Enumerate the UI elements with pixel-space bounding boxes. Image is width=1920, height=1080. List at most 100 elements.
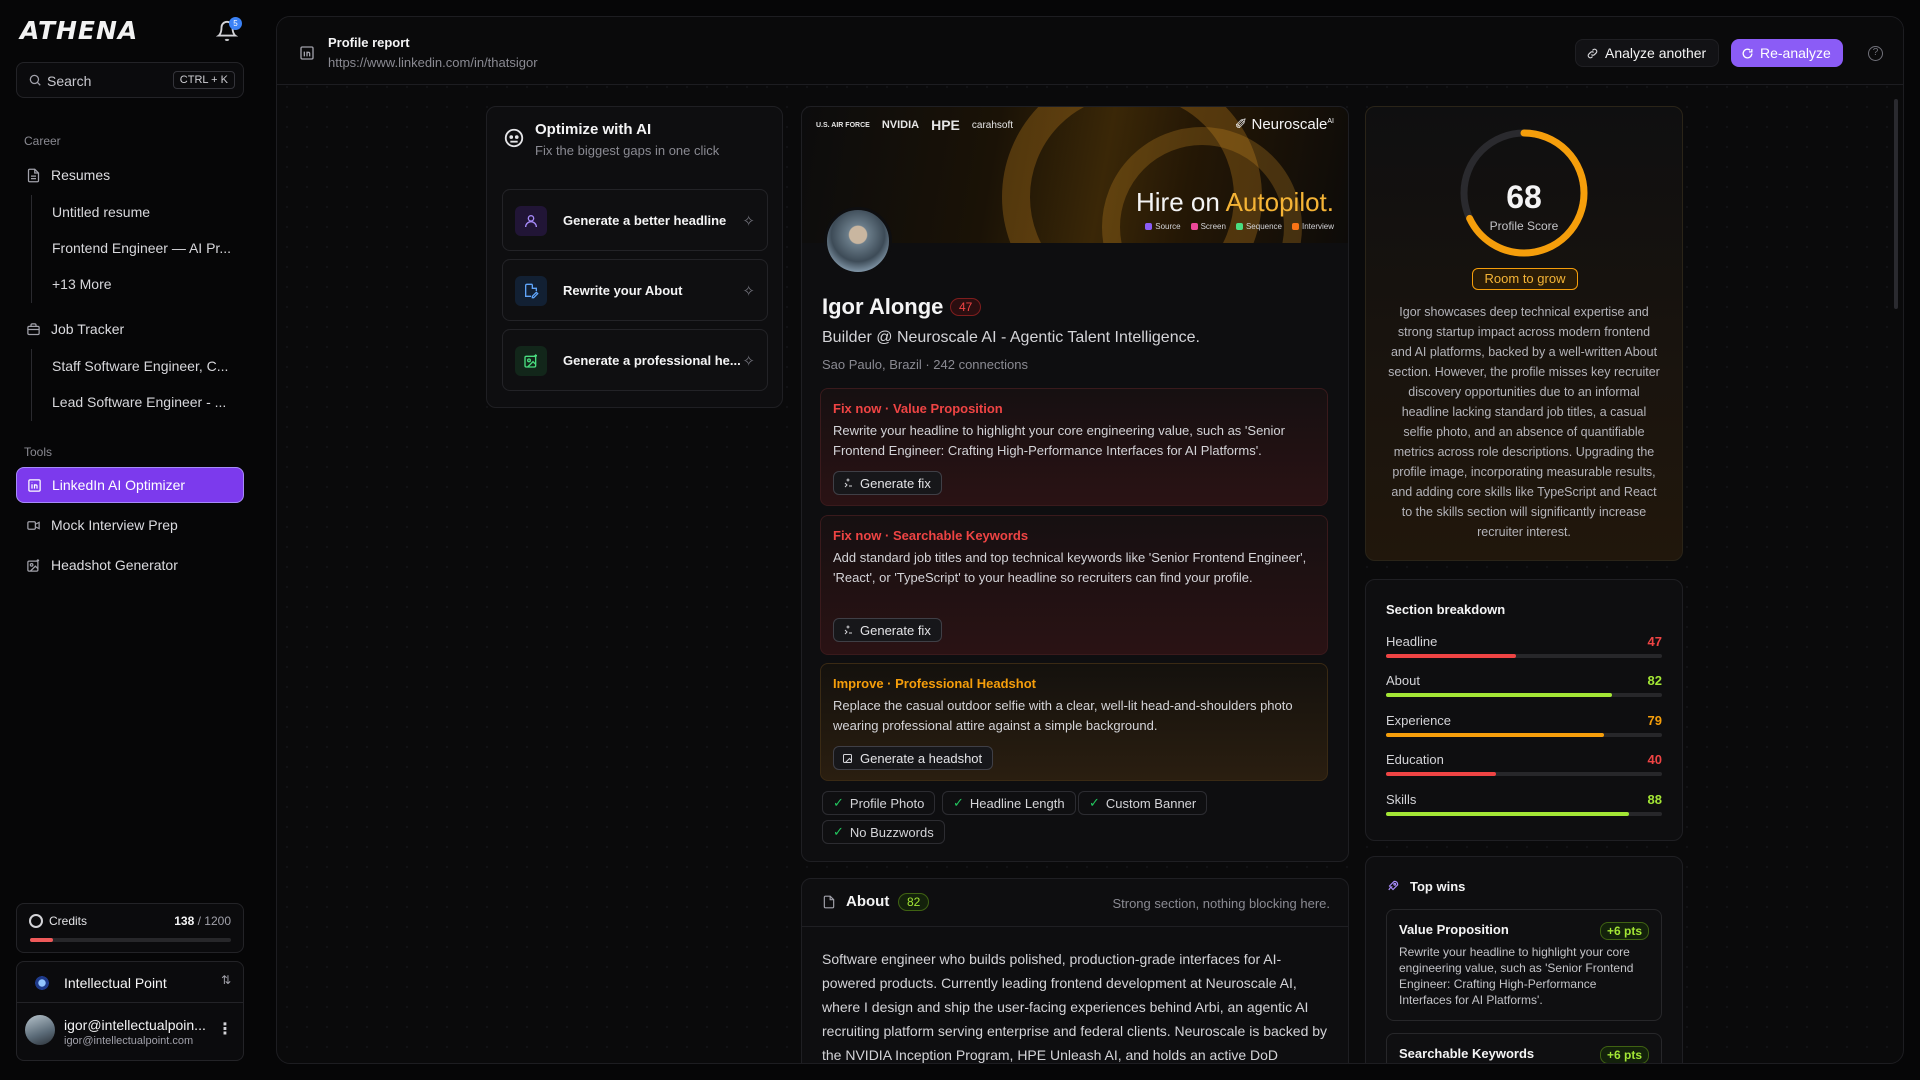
document-icon <box>27 168 40 182</box>
fix-card-professional-headshot: Improve · Professional Headshot Replace … <box>820 663 1328 781</box>
breakdown-bar-fill <box>1386 733 1605 737</box>
profile-score-badge: 47 <box>950 298 982 316</box>
briefcase-icon <box>27 322 40 335</box>
banner-brand: ✐ NeuroscaleAI <box>1234 116 1334 133</box>
resume-item[interactable]: Untitled resume <box>52 204 242 220</box>
job-item[interactable]: Staff Software Engineer, C... <box>52 358 242 374</box>
profile-photo <box>824 207 892 275</box>
image-sparkle-icon <box>27 558 40 572</box>
optimize-subtitle: Fix the biggest gaps in one click <box>535 143 720 158</box>
credits-bar <box>30 938 231 942</box>
rewrite-about-button[interactable]: Rewrite your About ✧ <box>502 259 768 321</box>
edit-document-icon <box>515 276 547 306</box>
breakdown-row: Headline 47 <box>1386 634 1662 664</box>
legend-item: Interview <box>1291 222 1334 231</box>
points-badge: +6 pts <box>1599 1046 1649 1063</box>
fix-description: Replace the casual outdoor selfie with a… <box>833 698 1293 733</box>
banner-logo: U.S. AIR FORCE <box>816 121 870 129</box>
profile-name: Igor Alonge <box>822 294 944 319</box>
generate-headshot-fix-button[interactable]: Generate a headshot <box>833 746 994 770</box>
profile-card: U.S. AIR FORCE NVIDIA HPE carahsoft ✐ Ne… <box>801 106 1349 862</box>
analyze-another-button[interactable]: Analyze another <box>1575 39 1720 67</box>
generate-headshot-button[interactable]: Generate a professional he... ✧ <box>502 329 768 391</box>
profile-headline: Builder @ Neuroscale AI - Agentic Talent… <box>822 329 1200 346</box>
about-text: Software engineer who builds polished, p… <box>822 951 1328 1063</box>
about-title: About <box>846 893 890 910</box>
sidebar-item-headshot-generator[interactable]: Headshot Generator <box>16 547 244 583</box>
check-chip: ✓ Headline Length <box>942 791 1076 815</box>
link-icon <box>1587 48 1598 58</box>
help-icon[interactable]: ? <box>1868 46 1883 61</box>
check-chip: ✓ Profile Photo <box>822 791 936 815</box>
banner-tagline: Hire on Autopilot. <box>1135 187 1334 217</box>
sidebar-item-resumes[interactable]: Resumes <box>16 157 244 193</box>
banner-logo: NVIDIA <box>881 119 920 131</box>
about-score-badge: 82 <box>898 893 930 911</box>
search-shortcut: CTRL + K <box>172 71 235 89</box>
profile-score-label: Profile Score <box>1489 219 1559 233</box>
generate-headline-button[interactable]: Generate a better headline ✧ <box>502 189 768 251</box>
banner-logo: HPE <box>931 117 960 133</box>
job-tree-line <box>31 349 32 421</box>
breakdown-bar-fill <box>1386 654 1516 658</box>
banner-legend: Source Screen Sequence Interview <box>1145 222 1334 231</box>
banner-logo: carahsoft <box>971 119 1014 131</box>
image-sparkle-icon <box>843 754 852 763</box>
user-email-full: igor@intellectualpoint.com <box>64 1035 194 1047</box>
app-logo[interactable]: ATHENA <box>20 16 138 45</box>
report-header: Profile report https://www.linkedin.com/… <box>277 17 1903 85</box>
user-email: igor@intellectualpoin... <box>64 1017 206 1033</box>
linkedin-icon <box>28 478 41 492</box>
search-placeholder: Search <box>47 73 92 89</box>
user-icon <box>515 206 547 236</box>
breakdown-title: Section breakdown <box>1386 602 1506 617</box>
about-card: About 82 Strong section, nothing blockin… <box>801 878 1349 1063</box>
credits-value: 138 / 1200 <box>174 914 231 928</box>
rocket-icon <box>1388 880 1399 891</box>
sparkle-icon <box>844 625 852 635</box>
score-ring: 68 Profile Score <box>1456 125 1592 261</box>
sidebar-item-label: Headshot Generator <box>51 557 178 573</box>
fix-description: Add standard job titles and top technica… <box>833 550 1307 585</box>
top-wins-title: Top wins <box>1410 879 1466 894</box>
profile-score-value: 68 <box>1506 179 1542 215</box>
breakdown-bar-fill <box>1386 812 1629 816</box>
org-switcher[interactable]: Intellectual Point ⇅ <box>16 961 244 1003</box>
breakdown-row: Skills 88 <box>1386 792 1662 822</box>
resume-item[interactable]: Frontend Engineer — AI Pr... <box>52 240 242 256</box>
profile-url[interactable]: https://www.linkedin.com/in/thatsigor <box>328 55 538 70</box>
resume-tree-line <box>31 195 32 303</box>
org-logo <box>34 975 50 991</box>
sidebar-item-mock-interview[interactable]: Mock Interview Prep <box>16 507 244 543</box>
main-panel: Profile report https://www.linkedin.com/… <box>276 16 1904 1064</box>
generate-fix-button[interactable]: Generate fix <box>833 618 942 642</box>
search-input[interactable]: Search CTRL + K <box>16 62 244 98</box>
search-icon <box>29 74 41 86</box>
fix-card-value-proposition: Fix now · Value Proposition Rewrite your… <box>820 388 1328 506</box>
sidebar-item-linkedin-optimizer[interactable]: LinkedIn AI Optimizer <box>16 467 244 503</box>
reanalyze-button[interactable]: Re-analyze <box>1731 39 1843 67</box>
scrollbar[interactable] <box>1894 99 1898 309</box>
user-menu[interactable]: igor@intellectualpoin... igor@intellectu… <box>16 1003 244 1061</box>
sidebar-item-label: Resumes <box>51 167 111 183</box>
about-header: About 82 Strong section, nothing blockin… <box>802 879 1348 927</box>
neuroscale-logo-icon: ✐ <box>1234 116 1252 133</box>
score-status-badge: Room to grow <box>1472 268 1578 290</box>
banner-logos: U.S. AIR FORCE NVIDIA HPE carahsoft <box>816 117 1013 133</box>
fix-card-searchable-keywords: Fix now · Searchable Keywords Add standa… <box>820 515 1328 655</box>
credits-icon <box>29 914 43 928</box>
avatar <box>25 1015 55 1045</box>
sidebar-item-job-tracker[interactable]: Job Tracker <box>16 311 244 347</box>
generate-fix-button[interactable]: Generate fix <box>833 471 942 495</box>
sidebar: ATHENA 5 Search CTRL + K Career Resumes … <box>0 0 276 1080</box>
profile-location: Sao Paulo, Brazil · 242 connections <box>822 357 1028 372</box>
refresh-icon <box>1742 48 1753 58</box>
optimize-title: Optimize with AI <box>535 121 652 138</box>
more-vertical-icon[interactable]: ⋮ <box>217 1019 233 1039</box>
points-badge: +6 pts <box>1599 922 1649 940</box>
page-title: Profile report <box>328 35 410 50</box>
resume-more[interactable]: +13 More <box>52 276 242 292</box>
job-item[interactable]: Lead Software Engineer - ... <box>52 394 242 410</box>
image-sparkle-icon <box>515 346 547 376</box>
sidebar-item-label: LinkedIn AI Optimizer <box>52 477 186 493</box>
